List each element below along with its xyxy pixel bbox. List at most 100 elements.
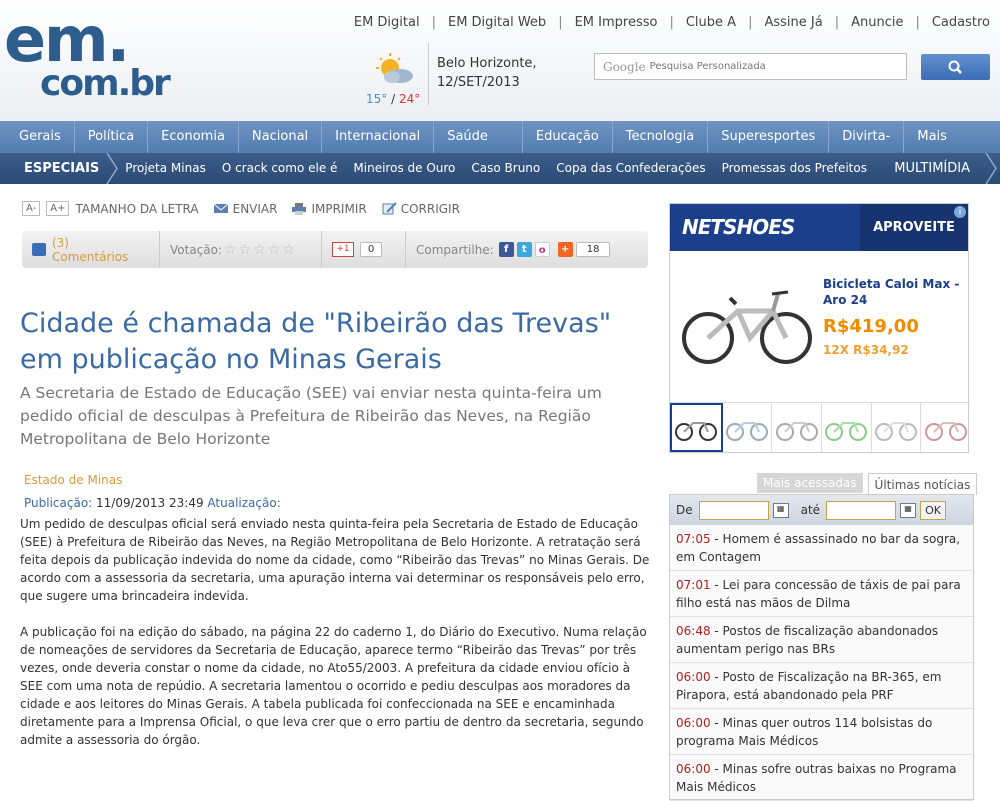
bicycle-icon — [675, 421, 718, 441]
nav-tecnologia[interactable]: Tecnologia — [613, 121, 709, 153]
main-nav: Gerais Política Economia Nacional Intern… — [0, 121, 1000, 176]
article-author[interactable]: Estado de Minas — [24, 473, 122, 487]
nav-gerais[interactable]: Gerais — [6, 121, 75, 153]
bike-thumbnail[interactable] — [723, 403, 773, 452]
multimedia-link[interactable]: MULTIMÍDIA — [894, 153, 970, 184]
news-item[interactable]: 07:05 - Homem é assassinado no bar da so… — [670, 525, 973, 571]
bike-thumbnail[interactable] — [772, 403, 823, 452]
special-mineiros-ouro[interactable]: Mineiros de Ouro — [345, 153, 463, 184]
social-bar: (3) Comentários Votação: ☆ ☆ ☆ ☆ ☆ +1 0 … — [22, 231, 648, 268]
news-text: - Lei para concessão de táxis de pai par… — [676, 578, 961, 610]
top-link-anuncie[interactable]: Anuncie — [851, 15, 903, 30]
news-item[interactable]: 06:00 - Minas sofre outras baixas no Pro… — [670, 755, 973, 801]
star-icon[interactable]: ☆ — [282, 242, 295, 258]
top-link-clube-a[interactable]: Clube A — [686, 15, 736, 30]
publication-date: 11/09/2013 23:49 — [96, 496, 204, 510]
bicycle-image — [682, 290, 812, 364]
nav-divirta-se[interactable]: Divirta-se — [829, 121, 905, 176]
twitter-icon[interactable]: t — [516, 242, 532, 257]
bicycle-icon — [875, 421, 918, 441]
top-link-em-impresso[interactable]: EM Impresso — [575, 15, 658, 30]
ad-banner[interactable]: NETSHOES APROVEITE i Bicicleta Caloi Max… — [669, 203, 970, 453]
star-icon[interactable]: ☆ — [239, 242, 252, 258]
nav-economia[interactable]: Economia — [148, 121, 239, 153]
ad-cta[interactable]: APROVEITE — [860, 204, 968, 251]
news-item[interactable]: 06:48 - Postos de fiscalização abandonad… — [670, 617, 973, 663]
edit-icon — [382, 202, 397, 215]
bike-thumbnail[interactable] — [921, 403, 970, 452]
search-icon — [948, 60, 962, 74]
star-icon[interactable]: ☆ — [253, 242, 266, 258]
ok-button[interactable]: OK — [920, 500, 946, 520]
gplus-area: +1 0 — [322, 231, 406, 268]
specials-label[interactable]: ESPECIAIS — [0, 153, 119, 184]
vote-label: Votação: — [170, 242, 223, 257]
special-copa[interactable]: Copa das Confederações — [548, 153, 713, 184]
article-toolbar: A- A+ TAMANHO DA LETRA ENVIAR IMPRIMIR C… — [22, 201, 474, 216]
calendar-icon[interactable]: ▦ — [900, 502, 917, 518]
search-button[interactable] — [921, 54, 990, 80]
facebook-icon[interactable]: f — [498, 242, 514, 257]
bike-thumbnail[interactable] — [670, 403, 723, 452]
top-link-em-digital-web[interactable]: EM Digital Web — [448, 15, 546, 30]
temp-max: 24° — [398, 92, 421, 106]
nav-educacao[interactable]: Educação — [523, 121, 613, 153]
news-item[interactable]: 07:01 - Lei para concessão de táxis de p… — [670, 571, 973, 617]
comments-link[interactable]: (3) Comentários — [22, 231, 160, 268]
gplus-count: 0 — [360, 242, 383, 257]
star-icon[interactable]: ☆ — [224, 242, 237, 258]
tab-latest-news[interactable]: Últimas notícias — [867, 473, 978, 495]
news-item[interactable]: 06:00 - Minas quer outros 114 bolsistas … — [670, 709, 973, 755]
special-projeta-minas[interactable]: Projeta Minas — [113, 153, 214, 184]
top-link-cadastro[interactable]: Cadastro — [932, 15, 990, 30]
calendar-icon[interactable]: ▦ — [772, 502, 789, 518]
special-crack[interactable]: O crack como ele é — [214, 153, 346, 184]
special-caso-bruno[interactable]: Caso Bruno — [463, 153, 548, 184]
font-increase-button[interactable]: A+ — [46, 201, 70, 216]
site-header: em. com.br EM Digital | EM Digital Web | E… — [0, 0, 1000, 121]
ad-thumbnails — [670, 402, 970, 452]
nav-politica[interactable]: Política — [75, 121, 149, 153]
date-filter: De ▦ até ▦ OK — [670, 495, 973, 525]
special-promessas[interactable]: Promessas dos Prefeitos — [714, 153, 875, 184]
nav-superesportes[interactable]: Superesportes — [708, 121, 830, 153]
font-decrease-button[interactable]: A- — [22, 201, 41, 216]
orkut-icon[interactable]: o — [534, 242, 550, 257]
ad-brand: NETSHOES — [682, 215, 795, 239]
from-label: De — [676, 503, 693, 517]
publication-label: Publicação: — [24, 496, 93, 510]
bike-thumbnail[interactable] — [822, 403, 872, 452]
top-link-assine[interactable]: Assine Já — [764, 15, 822, 30]
bicycle-icon — [775, 421, 818, 441]
ad-price: R$419,00 — [823, 316, 919, 337]
nav-saude-plena[interactable]: Saúde Plena — [434, 121, 523, 176]
nav-nacional[interactable]: Nacional — [239, 121, 323, 153]
share-label: Compartilhe: — [416, 242, 494, 257]
from-date-input[interactable] — [698, 500, 769, 520]
info-icon[interactable]: i — [954, 206, 966, 218]
bicycle-icon — [924, 421, 967, 441]
specials-text: ESPECIAIS — [24, 161, 100, 176]
site-logo[interactable]: em. com.br — [4, 3, 171, 102]
temp-min: 15° — [366, 92, 388, 106]
search-input[interactable]: Google Pesquisa Personalizada — [594, 53, 907, 80]
gplus-button[interactable]: +1 — [332, 242, 354, 257]
printer-icon — [292, 203, 307, 215]
article-title: Cidade é chamada de "Ribeirão das Trevas… — [20, 308, 612, 375]
nav-mais-secoes[interactable]: Mais Seções ▼ — [904, 121, 1000, 176]
star-icon[interactable]: ☆ — [268, 242, 281, 258]
city-name: Belo Horizonte, — [437, 56, 537, 71]
print-button[interactable]: IMPRIMIR — [311, 202, 366, 216]
logo-top: em. — [4, 3, 130, 76]
add-share-icon[interactable]: + — [557, 242, 573, 257]
news-tabs: Mais acessadas Últimas notícias — [757, 473, 978, 495]
to-date-input[interactable] — [826, 500, 897, 520]
send-button[interactable]: ENVIAR — [233, 202, 278, 216]
correct-button[interactable]: CORRIGIR — [401, 202, 460, 216]
bike-thumbnail[interactable] — [872, 403, 922, 452]
font-size-label: TAMANHO DA LETRA — [75, 201, 199, 216]
nav-internacional[interactable]: Internacional — [322, 121, 435, 153]
tab-most-read[interactable]: Mais acessadas — [757, 473, 863, 493]
top-link-em-digital[interactable]: EM Digital — [354, 15, 420, 30]
news-item[interactable]: 06:00 - Posto de Fiscalização na BR-365,… — [670, 663, 973, 709]
